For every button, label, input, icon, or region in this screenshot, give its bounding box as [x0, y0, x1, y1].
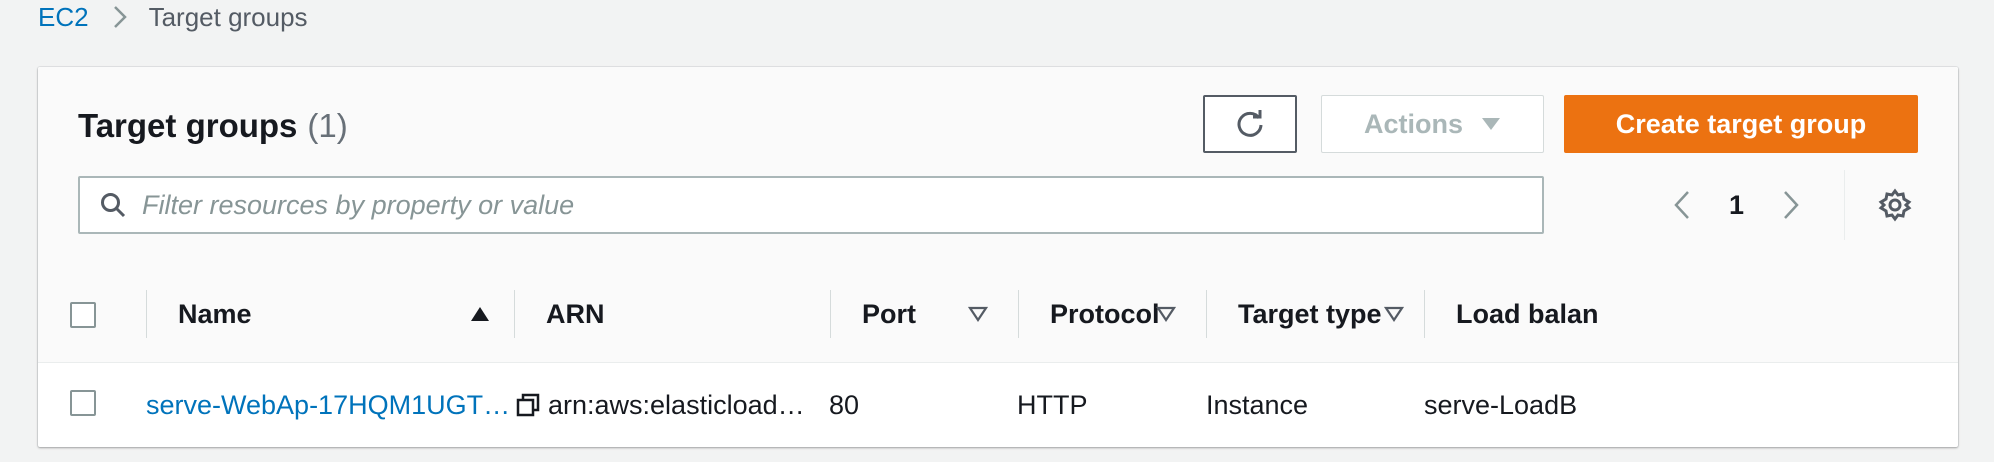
table-header: Name ARN Port Protocol Target type Load … [38, 266, 1958, 363]
title-text: Target groups [78, 107, 298, 144]
column-label-name: Name [178, 298, 252, 329]
column-divider [514, 290, 515, 338]
actions-dropdown-button[interactable]: Actions [1321, 95, 1544, 153]
chevron-right-icon[interactable] [1782, 190, 1800, 220]
sort-ascending-icon [470, 306, 490, 322]
pager-divider [1844, 170, 1845, 240]
arn-cell: arn:aws:elasticload… [516, 363, 805, 447]
protocol-cell: HTTP [1017, 389, 1088, 420]
refresh-icon [1235, 109, 1265, 139]
copy-icon[interactable] [516, 393, 540, 417]
row-select-checkbox[interactable] [70, 390, 96, 416]
sort-caret-down-icon [968, 306, 988, 322]
target-groups-panel: Target groups (1) Actions Create target … [38, 67, 1958, 447]
column-header-name[interactable]: Name [178, 266, 489, 362]
column-header-port[interactable]: Port [862, 266, 988, 362]
actions-label: Actions [1363, 108, 1463, 139]
column-divider [1206, 290, 1207, 338]
column-divider [146, 290, 147, 338]
sort-caret-down-icon [1156, 306, 1176, 322]
search-icon [100, 192, 126, 218]
table-row[interactable]: serve-WebAp-17HQM1UGT… arn:aws:elasticlo… [38, 363, 1958, 447]
column-label-target-type: Target type [1238, 298, 1382, 329]
create-target-group-button[interactable]: Create target group [1564, 95, 1918, 153]
pagination: 1 [1673, 176, 1800, 234]
settings-gear-icon[interactable] [1878, 188, 1912, 222]
column-divider [830, 290, 831, 338]
caret-down-icon [1481, 117, 1501, 131]
column-label-load-balancer: Load balan [1456, 298, 1599, 329]
column-header-load-balancer[interactable]: Load balan [1456, 266, 1599, 362]
target-type-cell: Instance [1206, 389, 1309, 420]
port-cell: 80 [829, 389, 860, 420]
chevron-right-icon [113, 5, 127, 29]
column-label-arn: ARN [546, 298, 605, 329]
column-label-port: Port [862, 298, 916, 329]
column-label-protocol: Protocol [1050, 298, 1160, 329]
target-group-name-link[interactable]: serve-WebAp-17HQM1UGT… [146, 363, 510, 447]
panel-header: Target groups (1) Actions Create target … [38, 67, 1958, 267]
column-header-protocol[interactable]: Protocol [1050, 266, 1176, 362]
column-divider [1424, 290, 1425, 338]
breadcrumb: EC2 Target groups [38, 0, 308, 34]
select-all-checkbox[interactable] [70, 302, 96, 328]
sort-caret-down-icon [1384, 306, 1404, 322]
column-divider [1018, 290, 1019, 338]
title-count: (1) [307, 107, 348, 144]
filter-search [78, 176, 1544, 234]
breadcrumb-current: Target groups [148, 1, 308, 32]
refresh-button[interactable] [1203, 95, 1297, 153]
arn-value: arn:aws:elasticload… [548, 389, 805, 420]
column-header-arn[interactable]: ARN [546, 266, 605, 362]
page-title: Target groups (1) [78, 107, 348, 145]
load-balancer-cell: serve-LoadB [1424, 389, 1578, 420]
page-number[interactable]: 1 [1729, 190, 1744, 221]
column-header-target-type[interactable]: Target type [1238, 266, 1404, 362]
search-input[interactable] [140, 188, 1542, 222]
chevron-left-icon[interactable] [1673, 190, 1691, 220]
breadcrumb-ec2-link[interactable]: EC2 [38, 2, 89, 33]
